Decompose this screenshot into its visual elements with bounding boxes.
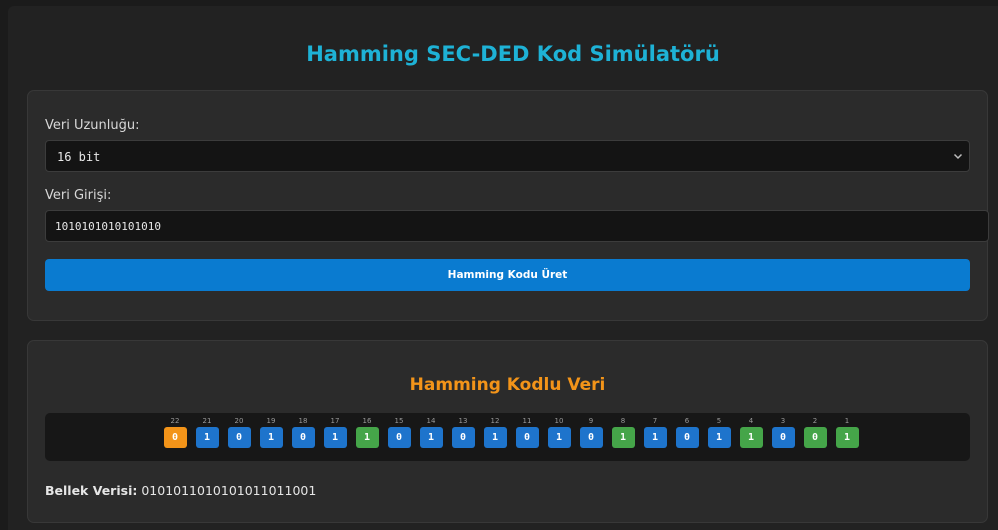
bit-column: 22 0 (159, 416, 191, 458)
data-label: Veri Girişi: (45, 188, 112, 203)
page-title: Hamming SEC-DED Kod Simülatörü (306, 42, 720, 66)
bit-column: 20 0 (223, 416, 255, 458)
memory-label: Bellek Verisi: (45, 483, 138, 498)
bit-column: 81 (607, 416, 639, 458)
bit-position-label: 1 (844, 417, 850, 425)
bit-cell-overall: 0 (163, 427, 187, 448)
bit-cell-data: 1 (195, 427, 219, 448)
bit-cell-parity: 1 (355, 427, 379, 448)
bit-position-label: 8 (620, 417, 626, 425)
bit-column: 30 (767, 416, 799, 458)
bit-position-label: 2 (812, 417, 818, 425)
bit-position-label: 9 (588, 417, 594, 425)
bit-column: 17 1 (319, 416, 351, 458)
bit-column: 11 0 (511, 416, 543, 458)
bit-cell-data: 1 (323, 427, 347, 448)
bit-position-label: 18 (298, 417, 308, 425)
bit-column: 41 (735, 416, 767, 458)
data-input[interactable]: 1010101010101010 (45, 210, 989, 242)
length-select-value: 16 bit (57, 150, 101, 164)
generate-button[interactable]: Hamming Kodu Üret (45, 259, 970, 291)
bit-position-label: 22 (170, 417, 180, 425)
length-label: Veri Uzunluğu: (45, 118, 140, 133)
bit-column: 15 0 (383, 416, 415, 458)
bit-column: 12 1 (479, 416, 511, 458)
bit-cell-data: 0 (227, 427, 251, 448)
bit-position-label: 5 (716, 417, 722, 425)
bit-column: 14 1 (415, 416, 447, 458)
bit-cell-data: 0 (675, 427, 699, 448)
bit-column: 10 1 (543, 416, 575, 458)
bit-position-label: 14 (426, 417, 436, 425)
app-window: Hamming SEC-DED Kod Simülatörü Veri Uzun… (8, 6, 998, 530)
bit-cell-data: 1 (643, 427, 667, 448)
bit-position-label: 15 (394, 417, 404, 425)
bit-cell-data: 0 (579, 427, 603, 448)
bit-cell-data: 0 (451, 427, 475, 448)
bit-column: 51 (703, 416, 735, 458)
bit-cell-data: 1 (483, 427, 507, 448)
bit-position-label: 20 (234, 417, 244, 425)
bit-position-label: 4 (748, 417, 754, 425)
bits-panel: 22 0 21 1 20 0 19 1 18 0 17 1 16 1 15 0 14 1 13 0 12 1 11 0 10 1 9… (45, 413, 970, 461)
bit-position-label: 21 (202, 417, 212, 425)
bit-cell-data: 1 (547, 427, 571, 448)
bit-cell-data: 0 (771, 427, 795, 448)
bit-position-label: 7 (652, 417, 658, 425)
bit-cell-data: 0 (291, 427, 315, 448)
bit-position-label: 11 (522, 417, 532, 425)
bit-cell-data: 1 (259, 427, 283, 448)
length-select[interactable]: 16 bit (45, 140, 970, 172)
bit-position-label: 10 (554, 417, 564, 425)
bit-cell-parity: 1 (835, 427, 859, 448)
bit-cell-parity: 1 (739, 427, 763, 448)
bit-column: 60 (671, 416, 703, 458)
result-title: Hamming Kodlu Veri (409, 375, 606, 395)
bit-cell-data: 0 (515, 427, 539, 448)
bit-cell-data: 0 (387, 427, 411, 448)
chevron-down-icon (953, 153, 963, 160)
bit-cell-parity: 0 (803, 427, 827, 448)
bit-column: 19 1 (255, 416, 287, 458)
memory-value: 0101011010101011011001 (141, 483, 317, 498)
bits-row: 22 0 21 1 20 0 19 1 18 0 17 1 16 1 15 0 14 1 13 0 12 1 11 0 10 1 9… (159, 416, 863, 458)
bit-position-label: 16 (362, 417, 372, 425)
bit-position-label: 12 (490, 417, 500, 425)
bit-position-label: 19 (266, 417, 276, 425)
bit-column: 90 (575, 416, 607, 458)
bit-position-label: 17 (330, 417, 340, 425)
bit-position-label: 13 (458, 417, 468, 425)
bit-cell-data: 1 (419, 427, 443, 448)
input-card: Veri Uzunluğu: 16 bit Veri Girişi: 10101… (27, 90, 989, 321)
memory-data: Bellek Verisi: 0101011010101011011001 (45, 483, 316, 498)
result-card: Hamming Kodlu Veri 22 0 21 1 20 0 19 1 18 0 17 1 16 1… (27, 340, 988, 523)
bit-position-label: 3 (780, 417, 786, 425)
bit-column: 13 0 (447, 416, 479, 458)
bit-column: 71 (639, 416, 671, 458)
bit-position-label: 6 (684, 417, 690, 425)
bit-column: 21 1 (191, 416, 223, 458)
data-input-value: 1010101010101010 (55, 220, 161, 233)
bit-column: 11 (831, 416, 863, 458)
bit-column: 18 0 (287, 416, 319, 458)
bit-cell-parity: 1 (611, 427, 635, 448)
bit-column: 20 (799, 416, 831, 458)
bit-column: 16 1 (351, 416, 383, 458)
bit-cell-data: 1 (707, 427, 731, 448)
